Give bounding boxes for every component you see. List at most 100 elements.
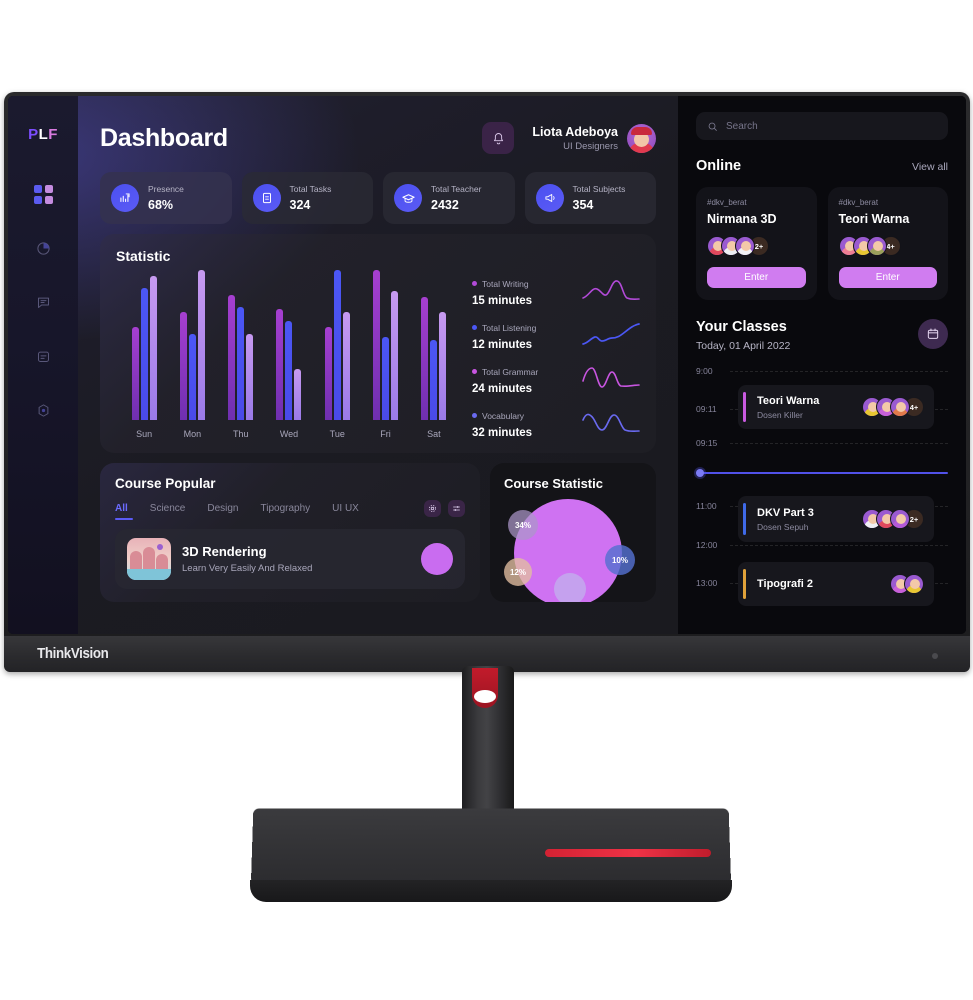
legend-dot (472, 369, 477, 374)
course-tab-actions (424, 500, 465, 517)
user-role: UI Designers (563, 140, 618, 152)
bar-chart-x-labels: Sun Mon Thu Wed Tue Fri Sat (116, 429, 462, 439)
bar-chart-bars (116, 270, 462, 420)
bar-x-label: Wed (279, 429, 299, 439)
legend-label: Vocabulary (482, 411, 525, 421)
schedule-time: 13:00 (696, 578, 718, 588)
tab-design[interactable]: Design (207, 503, 238, 514)
class-event-teori-warna[interactable]: Teori Warna Dosen Killer 4+ (738, 385, 934, 429)
class-event-avatars (890, 574, 924, 594)
search-placeholder: Search (726, 120, 758, 132)
sidebar-item-messages[interactable] (30, 289, 56, 315)
screenshot-stage: PLF Dashboard Liota Adeboya UI Designers… (0, 0, 973, 1000)
tab-ui-ux[interactable]: UI UX (332, 503, 359, 514)
class-event-dkv-part-3[interactable]: DKV Part 3 Dosen Sepuh 2+ (738, 496, 934, 542)
bubble-34: 34% (508, 510, 538, 540)
logo-letter-p: P (28, 126, 39, 143)
current-time-indicator (696, 469, 948, 477)
online-card-nirmana-3d[interactable]: #dkv_berat Nirmana 3D 2+ Enter (696, 187, 817, 300)
chat-bubble-icon (37, 297, 49, 308)
class-event-avatars: 4+ (862, 397, 924, 417)
class-event-avatars: 2+ (862, 509, 924, 529)
stat-card-total-subjects[interactable]: Total Subjects 354 (524, 172, 656, 224)
schedule-time: 12:00 (696, 540, 718, 550)
online-card-avatars: 4+ (838, 235, 938, 257)
notification-button[interactable] (482, 122, 515, 154)
classes-title: Your Classes (696, 319, 787, 335)
logo-letter-l: L (38, 126, 49, 143)
tab-tipography[interactable]: Tipography (261, 503, 311, 514)
sidebar-item-settings[interactable] (30, 397, 56, 423)
bar-x-label: Sat (427, 429, 441, 439)
sparkline-grammar (582, 366, 640, 388)
bar (188, 334, 196, 420)
logo-letter-f: F (48, 126, 58, 143)
page-title: Dashboard (100, 123, 228, 152)
class-event-title: Tipografi 2 (757, 578, 814, 590)
schedule-time: 09:11 (696, 404, 717, 414)
stat-value: 2432 (431, 197, 459, 212)
schedule-gridline: 9:00 (696, 366, 948, 380)
bar (342, 312, 350, 420)
monitor-frame: PLF Dashboard Liota Adeboya UI Designers… (4, 92, 970, 672)
bar (324, 327, 332, 420)
stat-card-total-tasks[interactable]: Total Tasks 324 (241, 172, 373, 224)
stat-card-total-teacher[interactable]: Total Teacher 2432 (383, 172, 515, 224)
bar-x-label: Fri (380, 429, 391, 439)
stat-card-presence[interactable]: Presence 68% (100, 172, 232, 224)
user-profile[interactable]: Liota Adeboya UI Designers (532, 123, 656, 153)
legend-dot (472, 281, 477, 286)
sidebar-item-analytics[interactable] (30, 235, 56, 261)
filter-button[interactable] (448, 500, 465, 517)
active-tab-underline (115, 518, 133, 520)
search-icon (708, 122, 717, 131)
stat-label: Total Subjects (572, 184, 626, 195)
legend-row-writing: Total Writing 15 minutes (472, 274, 640, 307)
settings-button[interactable] (424, 500, 441, 517)
bottom-row: Course Popular All Science Design Tipogr… (100, 463, 656, 602)
view-all-link[interactable]: View all (912, 161, 948, 173)
bar-group (269, 309, 309, 420)
chart-up-icon (111, 184, 139, 212)
sparkline-vocabulary (582, 413, 640, 432)
bubble-12: 12% (504, 558, 532, 586)
course-action-circle[interactable] (421, 543, 453, 575)
sidebar-item-dashboard[interactable] (30, 181, 56, 207)
legend-dot (472, 325, 477, 330)
calendar-button[interactable] (918, 319, 948, 349)
bar-group (221, 295, 261, 420)
bar-x-label: Sun (136, 429, 153, 439)
course-title: 3D Rendering (182, 544, 267, 559)
online-card-teori-warna[interactable]: #dkv_berat Teori Warna 4+ Enter (827, 187, 948, 300)
course-popular-panel: Course Popular All Science Design Tipogr… (100, 463, 480, 602)
sidebar-item-library[interactable] (30, 343, 56, 369)
right-rail: Search Online View all #dkv_berat Nirman… (678, 96, 966, 634)
gear-icon (429, 505, 436, 512)
classes-header: Your Classes Today, 01 April 2022 (696, 319, 948, 352)
user-text: Liota Adeboya UI Designers (532, 125, 618, 152)
bar (197, 270, 205, 420)
schedule-gridline: 09:15 (696, 438, 948, 452)
search-box[interactable]: Search (696, 112, 948, 140)
course-list-item[interactable]: 3D Rendering Learn Very Easily And Relax… (115, 529, 465, 589)
tab-all[interactable]: All (115, 503, 128, 514)
class-event-tipografi-2[interactable]: Tipografi 2 (738, 562, 934, 606)
class-event-teacher: Dosen Sepuh (757, 521, 809, 532)
enter-button[interactable]: Enter (707, 267, 806, 288)
bar (285, 321, 293, 420)
bar (237, 307, 245, 420)
bar-x-label: Thu (232, 429, 249, 439)
bar (333, 270, 341, 420)
schedule-time: 09:15 (696, 438, 718, 448)
enter-button[interactable]: Enter (838, 267, 937, 288)
online-card-title: Teori Warna (838, 212, 910, 226)
legend-value: 32 minutes (472, 427, 533, 439)
course-subtitle: Learn Very Easily And Relaxed (182, 563, 313, 574)
archive-icon (37, 351, 49, 362)
header-actions: Liota Adeboya UI Designers (482, 122, 656, 154)
stat-value: 324 (289, 197, 311, 212)
schedule-time: 11:00 (696, 501, 717, 511)
tab-science[interactable]: Science (150, 503, 186, 514)
megaphone-icon (535, 184, 564, 212)
main-content: Dashboard Liota Adeboya UI Designers Pre… (78, 96, 678, 634)
